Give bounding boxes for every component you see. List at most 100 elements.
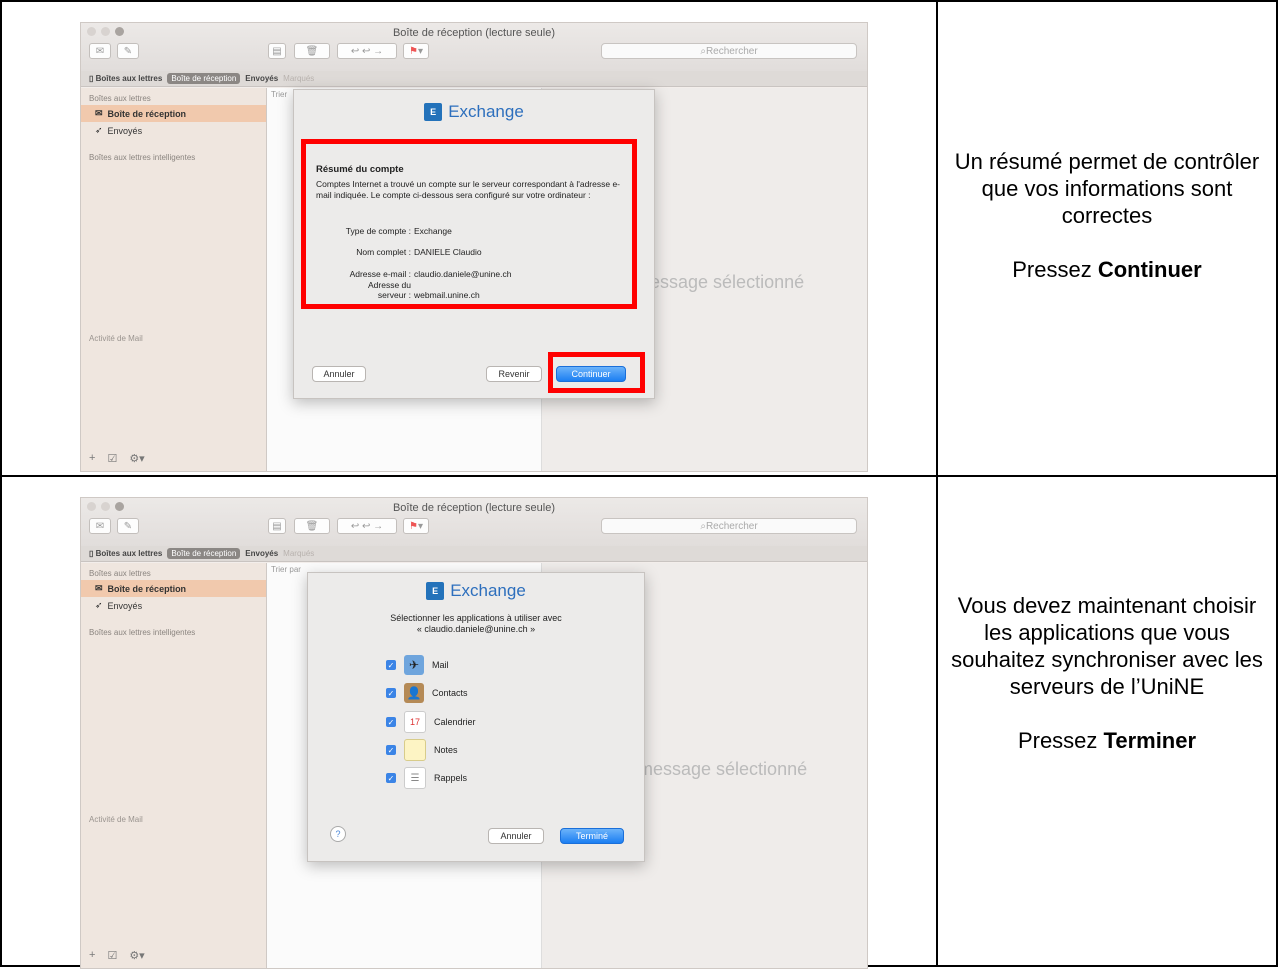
fav-flagged[interactable]: Marqués	[283, 74, 314, 83]
app-row-mail: ✓ ✈ Mail	[386, 655, 449, 675]
titlebar: Boîte de réception (lecture seule) ✉ ✎ ▤…	[81, 23, 867, 72]
exchange-logo-icon: E	[424, 103, 443, 121]
paper-plane-icon: ➶	[95, 125, 103, 135]
sidebar-item-label: Boîte de réception	[107, 108, 187, 119]
sidebar-item-inbox[interactable]: ✉ Boîte de réception	[81, 580, 266, 597]
no-message-label: essage sélectionné	[650, 272, 805, 292]
add-mailbox-icon[interactable]: +	[89, 949, 95, 962]
instruction-top-press: Pressez Continuer	[944, 256, 1270, 283]
sidebar-item-label: Envoyés	[107, 125, 143, 136]
reminders-checkbox[interactable]: ✓	[386, 773, 396, 783]
gear-icon[interactable]: ⚙▾	[129, 452, 144, 465]
reminders-app-icon: ☰	[404, 767, 426, 789]
search-placeholder: Rechercher	[705, 45, 758, 57]
sidebar: Boîtes aux lettres ✉ Boîte de réception ➶…	[81, 88, 267, 471]
instruction-bottom-press: Pressez Terminer	[944, 727, 1270, 754]
notes-app-icon	[404, 739, 426, 761]
flag-icon[interactable]: ⚑ ▾	[403, 518, 429, 534]
instruction-bottom: Vous devez maintenant choisir les applic…	[944, 592, 1270, 754]
reply-forward-icon[interactable]: ↩ ↩ →	[337, 518, 397, 534]
sidebar: Boîtes aux lettres ✉ Boîte de réception ➶…	[81, 563, 267, 968]
window-title: Boîte de réception (lecture seule)	[392, 502, 556, 514]
fav-mailboxes-label: Boîtes aux lettres	[95, 74, 163, 83]
sidebar-item-sent[interactable]: ➶ Envoyés	[81, 597, 266, 614]
archive-icon[interactable]: ▤	[268, 518, 286, 534]
app-label: Contacts	[432, 688, 468, 698]
app-row-contacts: ✓ 👤 Contacts	[386, 683, 468, 703]
table-column-divider	[936, 0, 938, 967]
trash-junk-icon[interactable]: 🗑	[294, 43, 330, 59]
gear-icon[interactable]: ⚙▾	[129, 949, 144, 962]
exchange-title: Exchange	[448, 102, 524, 121]
get-mail-icon[interactable]: ✉	[89, 518, 111, 534]
app-row-notes: ✓ Notes	[386, 739, 458, 761]
contacts-app-icon: 👤	[404, 683, 424, 703]
fav-flagged[interactable]: Marqués	[283, 549, 314, 558]
fav-mailboxes[interactable]: ▯ Boîtes aux lettres	[89, 549, 162, 558]
fav-inbox[interactable]: Boîte de réception	[167, 548, 241, 559]
mailbox-view-icon[interactable]: ☑	[107, 949, 117, 962]
search-input[interactable]: ⌕ Rechercher	[601, 518, 857, 534]
fav-mailboxes[interactable]: ▯ Boîtes aux lettres	[89, 74, 162, 83]
fav-sent[interactable]: Envoyés	[245, 74, 278, 83]
flag-icon[interactable]: ⚑ ▾	[403, 43, 429, 59]
help-button[interactable]: ?	[330, 826, 346, 842]
instruction-bottom-text: Vous devez maintenant choisir les applic…	[951, 593, 1263, 699]
sort-label[interactable]: Trier par	[271, 565, 301, 574]
press-action: Continuer	[1097, 257, 1202, 282]
no-message-label: message sélectionné	[638, 759, 808, 779]
mail-app-icon: ✈	[404, 655, 424, 675]
calendar-checkbox[interactable]: ✓	[386, 717, 396, 727]
compose-icon[interactable]: ✎	[117, 43, 139, 59]
app-prompt-line1: Sélectionner les applications à utiliser…	[390, 613, 562, 623]
fav-sent[interactable]: Envoyés	[245, 549, 278, 558]
fav-inbox[interactable]: Boîte de réception	[167, 73, 241, 84]
mail-window-apps: Boîte de réception (lecture seule) ✉ ✎ ▤…	[80, 497, 868, 969]
add-mailbox-icon[interactable]: +	[89, 452, 95, 465]
press-label: Pressez	[1012, 257, 1098, 282]
favorites-bar: ▯ Boîtes aux lettres Boîte de réception …	[81, 71, 867, 87]
done-button[interactable]: Terminé	[560, 828, 624, 844]
get-mail-icon[interactable]: ✉	[89, 43, 111, 59]
sidebar-item-sent[interactable]: ➶ Envoyés	[81, 122, 266, 139]
titlebar: Boîte de réception (lecture seule) ✉ ✎ ▤…	[81, 498, 867, 547]
app-row-calendar: ✓ 17 Calendrier	[386, 711, 476, 733]
mail-checkbox[interactable]: ✓	[386, 660, 396, 670]
sidebar-item-inbox[interactable]: ✉ Boîte de réception	[81, 105, 266, 122]
archive-icon[interactable]: ▤	[268, 43, 286, 59]
mail-window-summary: Boîte de réception (lecture seule) ✉ ✎ ▤…	[80, 22, 868, 472]
cancel-button[interactable]: Annuler	[312, 366, 366, 382]
paper-plane-icon: ➶	[95, 600, 103, 610]
trash-junk-icon[interactable]: 🗑	[294, 518, 330, 534]
sidebar-activity: Activité de Mail	[89, 334, 143, 343]
contacts-checkbox[interactable]: ✓	[386, 688, 396, 698]
continue-highlight	[548, 352, 645, 393]
cancel-button[interactable]: Annuler	[488, 828, 544, 844]
fav-mailboxes-label: Boîtes aux lettres	[95, 549, 163, 558]
sidebar-header: Boîtes aux lettres	[89, 94, 151, 103]
app-prompt-line2: « claudio.daniele@unine.ch »	[416, 624, 536, 634]
exchange-title: Exchange	[450, 581, 526, 600]
compose-icon[interactable]: ✎	[117, 518, 139, 534]
search-input[interactable]: ⌕ Rechercher	[601, 43, 857, 59]
table-row-divider	[0, 475, 1278, 477]
app-selection-dialog: E Exchange Sélectionner les applications…	[307, 572, 645, 862]
favorites-bar: ▯ Boîtes aux lettres Boîte de réception …	[81, 546, 867, 562]
reply-forward-icon[interactable]: ↩ ↩ →	[337, 43, 397, 59]
app-prompt: Sélectionner les applications à utiliser…	[308, 613, 644, 635]
sort-label[interactable]: Trier	[271, 90, 287, 99]
back-button[interactable]: Revenir	[486, 366, 542, 382]
app-label: Notes	[434, 745, 458, 755]
app-label: Mail	[432, 660, 449, 670]
search-placeholder: Rechercher	[705, 520, 758, 532]
sidebar-smart-header: Boîtes aux lettres intelligentes	[89, 153, 196, 162]
app-row-reminders: ✓ ☰ Rappels	[386, 767, 467, 789]
sidebar-header: Boîtes aux lettres	[89, 569, 151, 578]
notes-checkbox[interactable]: ✓	[386, 745, 396, 755]
sidebar-item-label: Boîte de réception	[107, 583, 187, 594]
exchange-header: E Exchange	[308, 581, 644, 601]
instruction-top: Un résumé permet de contrôler que vos in…	[944, 148, 1270, 283]
press-action: Terminer	[1103, 728, 1197, 753]
window-title: Boîte de réception (lecture seule)	[392, 27, 556, 39]
mailbox-view-icon[interactable]: ☑	[107, 452, 117, 465]
